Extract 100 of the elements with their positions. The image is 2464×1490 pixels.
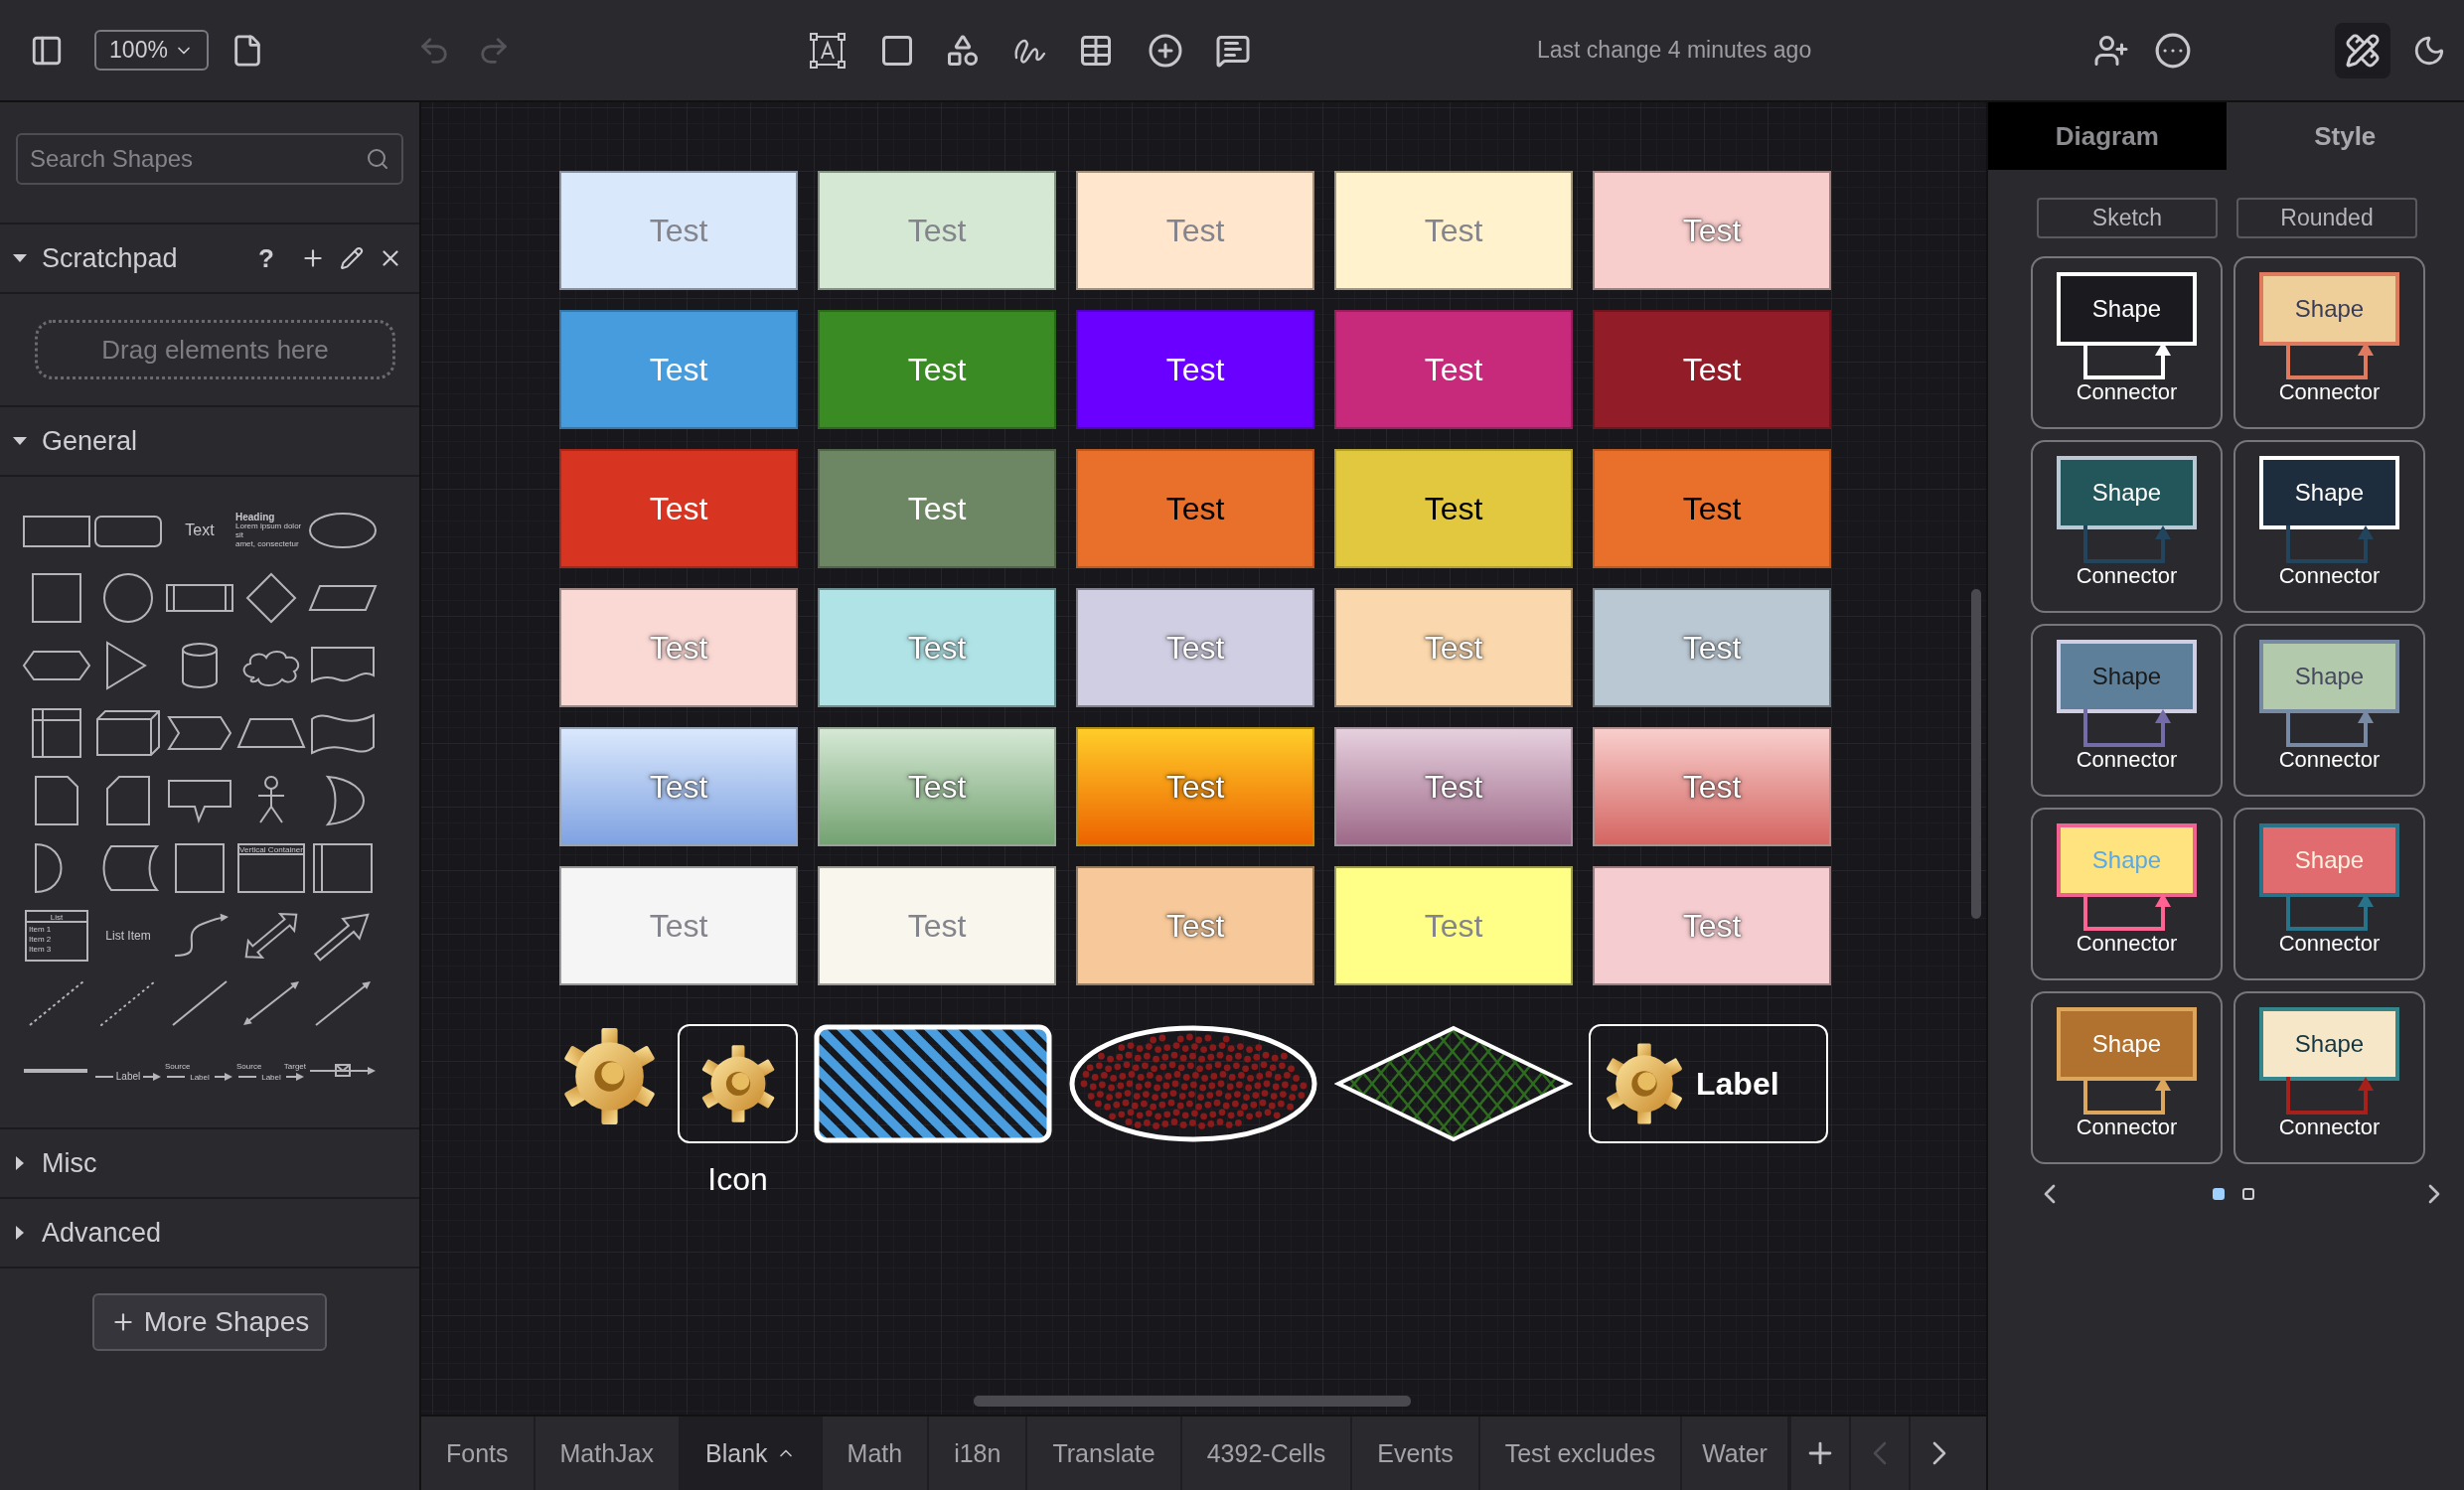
- test-shape: Test: [818, 449, 1056, 568]
- connector-label: Connector: [2278, 563, 2381, 589]
- page-tab[interactable]: Blank: [681, 1416, 823, 1490]
- connector-label: Connector: [2076, 747, 2178, 773]
- connector-label: Connector: [2076, 379, 2178, 405]
- connector-label: Connector: [2076, 1115, 2178, 1140]
- test-shape: Test: [1334, 588, 1573, 707]
- format-panel-button[interactable]: [2335, 22, 2391, 78]
- test-shape: Test: [559, 171, 798, 290]
- test-shape: Test: [1334, 727, 1573, 846]
- drop-zone: Drag elements here: [35, 320, 395, 379]
- section-title: General: [42, 425, 139, 457]
- test-shape: Test: [818, 588, 1056, 707]
- icon-caption: Icon: [707, 1161, 768, 1198]
- style-option-button[interactable]: Rounded: [2236, 198, 2417, 238]
- style-card[interactable]: Shape Connector: [2233, 808, 2425, 980]
- shape-preview: Shape: [2057, 456, 2197, 529]
- page-tab[interactable]: Events: [1352, 1416, 1480, 1490]
- shape-preview: Shape: [2057, 640, 2197, 713]
- shape-preview: Shape: [2259, 272, 2399, 346]
- test-shape: Test: [1593, 866, 1831, 985]
- cube-icon[interactable]: [93, 707, 163, 759]
- text-tool-icon[interactable]: [809, 31, 847, 70]
- section-title: Advanced: [42, 1217, 163, 1249]
- test-shape: Test: [1076, 449, 1314, 568]
- chevron-left-icon: [1872, 1441, 1887, 1465]
- page-tab[interactable]: Test excludes: [1479, 1416, 1683, 1490]
- shape-preview: Shape: [2259, 823, 2399, 897]
- heading-text-shape[interactable]: Heading Lorem ipsum dolor sit amet, consectetur: [235, 512, 307, 549]
- pencil-ruler-icon: [2345, 32, 2382, 69]
- vertical-scrollbar[interactable]: [1971, 589, 1981, 919]
- test-shape: Test: [818, 310, 1056, 429]
- test-shape: Test: [1593, 449, 1831, 568]
- test-shape: Test: [1334, 171, 1573, 290]
- test-shape: Test: [559, 866, 798, 985]
- test-shape: Test: [1334, 449, 1573, 568]
- search-icon: [366, 147, 389, 171]
- insert-icon[interactable]: [1148, 32, 1183, 69]
- section-header[interactable]: Scratchpad ?: [0, 224, 419, 294]
- help-button[interactable]: ?: [258, 242, 274, 274]
- vertical-container-icon[interactable]: Vertical Container: [236, 842, 306, 894]
- test-shape: Test: [559, 588, 798, 707]
- section-title: Scratchpad: [42, 242, 179, 274]
- test-shape: Test: [559, 727, 798, 846]
- text-shape[interactable]: Text: [185, 522, 215, 539]
- page-tab[interactable]: Fonts: [421, 1416, 536, 1490]
- section-title: Misc: [42, 1147, 98, 1179]
- test-shape: Test: [818, 171, 1056, 290]
- zoom-select[interactable]: 100%: [94, 30, 209, 71]
- list-item-shape[interactable]: List Item: [105, 929, 151, 943]
- more-icon[interactable]: [2154, 31, 2193, 70]
- shape-preview: Shape: [2259, 1007, 2399, 1081]
- style-card[interactable]: Shape Connector: [2233, 440, 2425, 613]
- page-tab[interactable]: i18n: [929, 1416, 1028, 1490]
- test-shape: Test: [1593, 171, 1831, 290]
- page-tab[interactable]: Water: [1682, 1416, 1789, 1490]
- test-shape: Test: [818, 866, 1056, 985]
- style-option-button[interactable]: Sketch: [2037, 198, 2218, 238]
- test-shape: Test: [1593, 727, 1831, 846]
- connector-label: Connector: [2076, 563, 2178, 589]
- test-shape: Test: [1334, 310, 1573, 429]
- test-shape: Test: [818, 727, 1056, 846]
- last-change-status: Last change 4 minutes ago: [1537, 37, 1812, 64]
- section-header[interactable]: Advanced: [0, 1199, 419, 1268]
- style-card[interactable]: Shape Connector: [2031, 624, 2223, 797]
- connector-label: Connector: [2076, 931, 2178, 957]
- style-card[interactable]: Shape Connector: [2031, 991, 2223, 1164]
- test-shape: Test: [1334, 866, 1573, 985]
- test-shape: Test: [1076, 588, 1314, 707]
- panel-tab[interactable]: Diagram: [1988, 102, 2227, 170]
- test-shape: Test: [1076, 727, 1314, 846]
- style-card[interactable]: Shape Connector: [2031, 440, 2223, 613]
- test-shape: Test: [559, 449, 798, 568]
- list-shape-icon[interactable]: List Item 1 Item 2 Item 3: [22, 910, 91, 962]
- test-shape: Test: [559, 310, 798, 429]
- style-card[interactable]: Shape Connector: [2233, 991, 2425, 1164]
- page-tab[interactable]: Translate: [1027, 1416, 1182, 1490]
- style-card[interactable]: Shape Connector: [2233, 624, 2425, 797]
- style-card[interactable]: Shape Connector: [2233, 256, 2425, 429]
- style-card[interactable]: Shape Connector: [2031, 808, 2223, 980]
- connector-label: Connector: [2278, 379, 2381, 405]
- shape-preview: Shape: [2259, 640, 2399, 713]
- search-field[interactable]: Search Shapes: [16, 133, 403, 185]
- edit-icon[interactable]: [340, 246, 364, 270]
- test-shape: Test: [1593, 588, 1831, 707]
- section-header[interactable]: General: [0, 407, 419, 477]
- shape-preview: Shape: [2057, 1007, 2197, 1081]
- connector-label: Connector: [2278, 1115, 2381, 1140]
- page-tab[interactable]: 4392-Cells: [1181, 1416, 1353, 1490]
- page-tab[interactable]: Math: [822, 1416, 930, 1490]
- label-text: Label: [1696, 1065, 1779, 1103]
- chevron-right-icon: [1931, 1441, 1946, 1465]
- connector-label: Connector: [2278, 747, 2381, 773]
- horizontal-scrollbar[interactable]: [974, 1396, 1411, 1407]
- style-card[interactable]: Shape Connector: [2031, 256, 2223, 429]
- test-shape: Test: [1076, 310, 1314, 429]
- shape-preview: Shape: [2259, 456, 2399, 529]
- section-header[interactable]: Misc: [0, 1129, 419, 1199]
- connector-label: Connector: [2278, 931, 2381, 957]
- more-shapes-button[interactable]: More Shapes: [91, 1293, 328, 1351]
